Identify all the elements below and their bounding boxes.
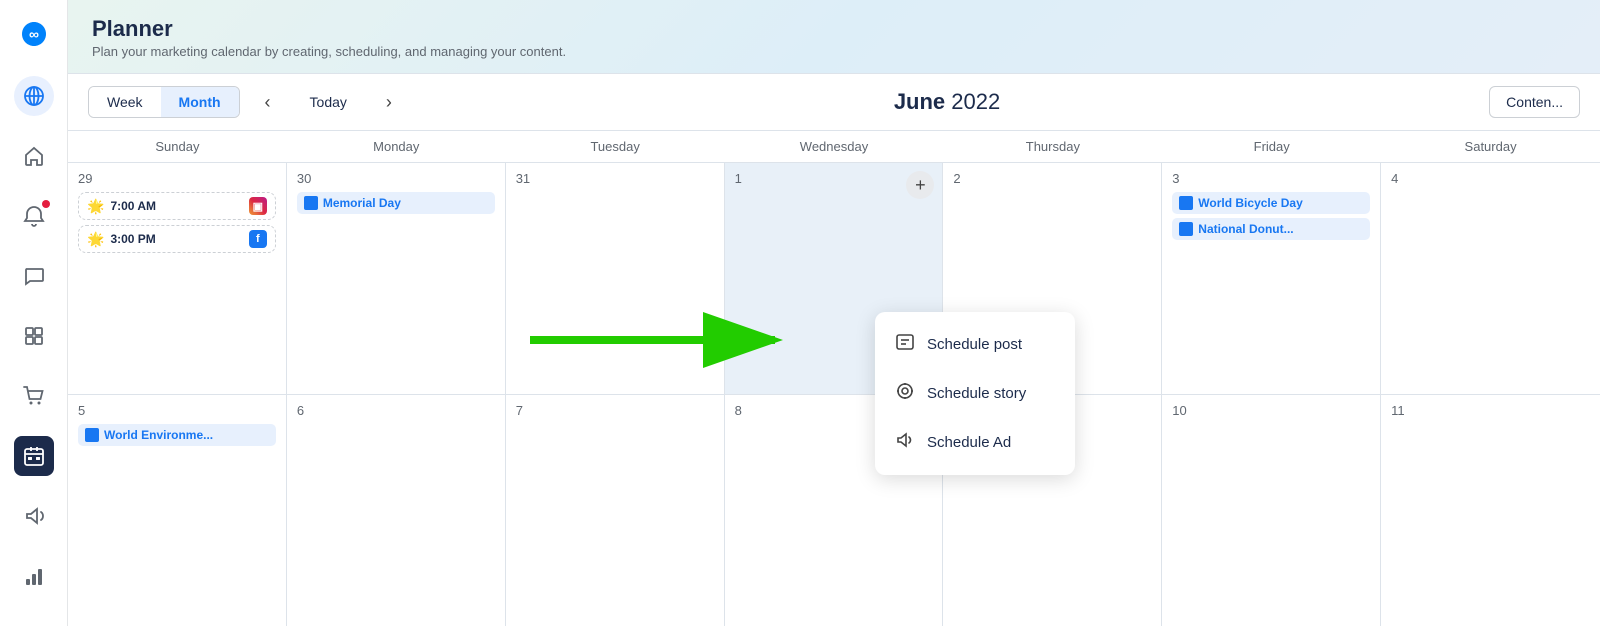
analytics-icon[interactable] [14,556,54,596]
header-thursday: Thursday [943,131,1162,162]
star-icon: 🌟 [87,198,104,215]
memorial-day-event[interactable]: Memorial Day [297,192,495,214]
page-title: Planner [92,16,1576,42]
day-number-29: 29 [78,171,276,186]
facebook-icon: f [249,230,267,248]
day-number-1: 1 [735,171,933,186]
chat-icon[interactable] [14,256,54,296]
week-row-2: 5 World Environme... 6 7 8 9 [68,395,1600,626]
day-cell-29[interactable]: 29 🌟 7:00 AM ▣ 🌟 3:00 PM f [68,163,287,394]
schedule-dropdown: Schedule post Schedule story Schedule Ad [875,312,1075,475]
day-cell-4[interactable]: 4 [1381,163,1600,394]
header-monday: Monday [287,131,506,162]
calendar-area: Week Month ‹ Today › June 2022 Conten...… [68,74,1600,626]
day-cell-31[interactable]: 31 [506,163,725,394]
sidebar: ∞ [0,0,68,626]
planner-icon[interactable] [14,436,54,476]
month-title: June 2022 [417,89,1477,115]
bookmark-icon[interactable] [14,316,54,356]
day-cell-11[interactable]: 11 [1381,395,1600,626]
header-tuesday: Tuesday [506,131,725,162]
content-button[interactable]: Conten... [1489,86,1580,118]
week-row-1: 29 🌟 7:00 AM ▣ 🌟 3:00 PM f 30 [68,163,1600,395]
day-number-7: 7 [516,403,714,418]
instagram-icon: ▣ [249,197,267,215]
world-environment-event[interactable]: World Environme... [78,424,276,446]
megaphone-icon[interactable] [14,496,54,536]
page-subtitle: Plan your marketing calendar by creating… [92,44,1576,59]
schedule-story-label: Schedule story [927,385,1026,402]
svg-text:∞: ∞ [29,26,39,42]
day-cell-6[interactable]: 6 [287,395,506,626]
month-view-button[interactable]: Month [161,87,239,117]
day-number-31: 31 [516,171,714,186]
day-cell-5[interactable]: 5 World Environme... [68,395,287,626]
prev-month-button[interactable]: ‹ [252,86,284,118]
schedule-ad-icon [895,430,915,455]
today-button[interactable]: Today [296,87,361,117]
calendar-toolbar: Week Month ‹ Today › June 2022 Conten... [68,74,1600,131]
day-number-2: 2 [953,171,1151,186]
world-bicycle-day-event[interactable]: World Bicycle Day [1172,192,1370,214]
week-view-button[interactable]: Week [89,87,161,117]
day-cell-10[interactable]: 10 [1162,395,1381,626]
schedule-story-item[interactable]: Schedule story [875,369,1075,418]
globe-button[interactable] [14,76,54,116]
national-donut-event[interactable]: National Donut... [1172,218,1370,240]
schedule-ad-label: Schedule Ad [927,434,1011,451]
add-event-button[interactable]: + [906,171,934,199]
meta-logo: ∞ [16,16,52,52]
calendar-grid: Sunday Monday Tuesday Wednesday Thursday… [68,131,1600,626]
event-icon [1179,196,1193,210]
day-cell-30[interactable]: 30 Memorial Day [287,163,506,394]
next-month-button[interactable]: › [373,86,405,118]
header-sunday: Sunday [68,131,287,162]
day-number-6: 6 [297,403,495,418]
star-icon-2: 🌟 [87,231,104,248]
event-icon [1179,222,1193,236]
home-icon[interactable] [14,136,54,176]
day-number-11: 11 [1391,403,1590,418]
cart-icon[interactable] [14,376,54,416]
event-icon [304,196,318,210]
header-saturday: Saturday [1381,131,1600,162]
header-wednesday: Wednesday [725,131,944,162]
notification-badge [42,200,50,208]
day-cell-3[interactable]: 3 World Bicycle Day National Donut... [1162,163,1381,394]
schedule-post-icon [895,332,915,357]
page-header: Planner Plan your marketing calendar by … [68,0,1600,74]
day-headers: Sunday Monday Tuesday Wednesday Thursday… [68,131,1600,163]
post-item-7am[interactable]: 🌟 7:00 AM ▣ [78,192,276,220]
schedule-ad-item[interactable]: Schedule Ad [875,418,1075,467]
event-icon [85,428,99,442]
day-number-4: 4 [1391,171,1590,186]
day-number-5: 5 [78,403,276,418]
schedule-post-label: Schedule post [927,336,1022,353]
day-cell-7[interactable]: 7 [506,395,725,626]
view-toggle: Week Month [88,86,240,118]
day-number-30: 30 [297,171,495,186]
day-number-3: 3 [1172,171,1370,186]
post-item-3pm[interactable]: 🌟 3:00 PM f [78,225,276,253]
schedule-post-item[interactable]: Schedule post [875,320,1075,369]
schedule-story-icon [895,381,915,406]
header-friday: Friday [1162,131,1381,162]
post-time-3pm: 3:00 PM [110,232,155,246]
post-time-7am: 7:00 AM [110,199,156,213]
bell-icon[interactable] [14,196,54,236]
day-number-10: 10 [1172,403,1370,418]
main-content: Planner Plan your marketing calendar by … [68,0,1600,626]
